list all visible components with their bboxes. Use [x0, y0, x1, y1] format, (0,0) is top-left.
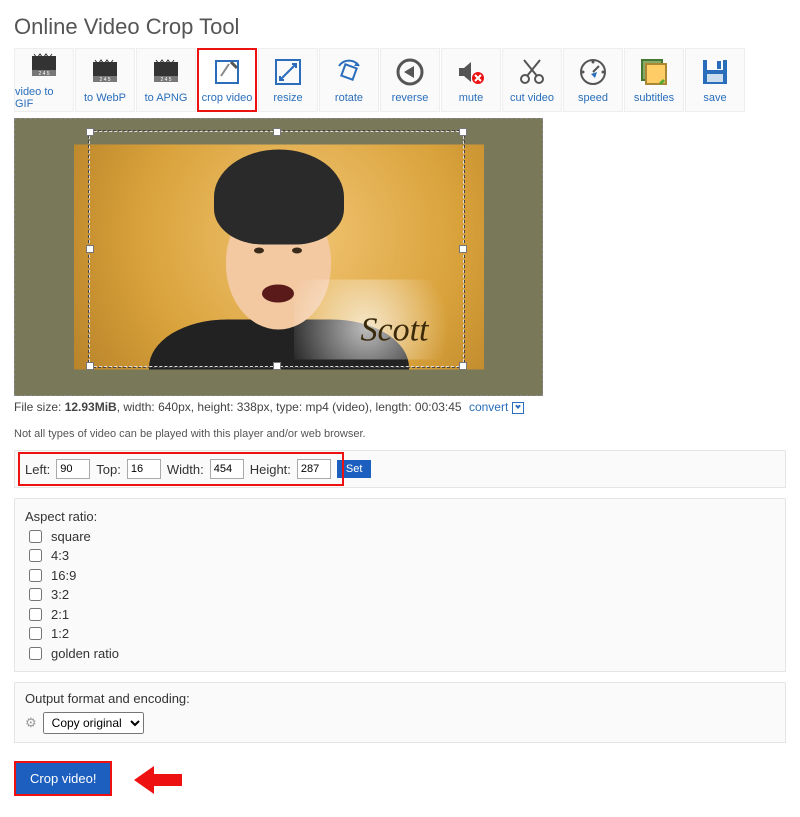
tool-speed[interactable]: speed — [563, 48, 623, 112]
ratio-label: 16:9 — [51, 566, 76, 586]
tool-to-apng[interactable]: 2 4 5 to APNG — [136, 48, 196, 112]
download-icon[interactable] — [512, 402, 524, 414]
tool-cut-video[interactable]: cut video — [502, 48, 562, 112]
ratio-label: 1:2 — [51, 624, 69, 644]
ratio-checkbox-0[interactable] — [29, 530, 42, 543]
tool-label: save — [703, 92, 726, 104]
to-webp-icon: 2 4 5 — [89, 56, 121, 88]
tool-label: resize — [273, 92, 302, 104]
ratio-checkbox-3[interactable] — [29, 588, 42, 601]
resize-icon — [272, 56, 304, 88]
ratio-checkbox-1[interactable] — [29, 549, 42, 562]
tool-crop-video[interactable]: crop video — [197, 48, 257, 112]
ratio-label: square — [51, 527, 91, 547]
crop-handle-tm[interactable] — [273, 128, 281, 136]
height-input[interactable] — [297, 459, 331, 479]
ratio-label: 3:2 — [51, 585, 69, 605]
gear-icon: ⚙ — [25, 715, 37, 731]
subtitles-icon — [638, 56, 670, 88]
crop-handle-br[interactable] — [459, 362, 467, 370]
compat-note: Not all types of video can be played wit… — [14, 428, 786, 440]
crop-video-icon — [211, 56, 243, 88]
file-info: File size: 12.93MiB, width: 640px, heigh… — [14, 400, 786, 414]
tool-to-webp[interactable]: 2 4 5 to WebP — [75, 48, 135, 112]
output-header: Output format and encoding: — [25, 691, 775, 706]
ratio-checkbox-2[interactable] — [29, 569, 42, 582]
tool-label: mute — [459, 92, 483, 104]
page-title: Online Video Crop Tool — [14, 14, 786, 40]
speed-icon — [577, 56, 609, 88]
crop-handle-bl[interactable] — [86, 362, 94, 370]
crop-handle-bm[interactable] — [273, 362, 281, 370]
tool-rotate[interactable]: rotate — [319, 48, 379, 112]
convert-link[interactable]: convert — [469, 400, 508, 414]
tool-reverse[interactable]: reverse — [380, 48, 440, 112]
output-format-select[interactable]: Copy original — [43, 712, 144, 734]
crop-handle-ml[interactable] — [86, 245, 94, 253]
cut-video-icon — [516, 56, 548, 88]
svg-text:2 4 5: 2 4 5 — [160, 77, 171, 83]
output-panel: Output format and encoding: ⚙ Copy origi… — [14, 682, 786, 743]
crop-selection[interactable] — [89, 131, 464, 367]
ratio-checkbox-5[interactable] — [29, 627, 42, 640]
ratio-checkbox-6[interactable] — [29, 647, 42, 660]
tool-resize[interactable]: resize — [258, 48, 318, 112]
crop-handle-tr[interactable] — [459, 128, 467, 136]
tool-subtitles[interactable]: subtitles — [624, 48, 684, 112]
aspect-ratio-header: Aspect ratio: — [25, 507, 775, 527]
tool-label: cut video — [510, 92, 554, 104]
tool-save[interactable]: save — [685, 48, 745, 112]
video-canvas[interactable]: Scott — [14, 118, 543, 396]
save-icon — [699, 56, 731, 88]
crop-handle-mr[interactable] — [459, 245, 467, 253]
height-label: Height: — [250, 462, 291, 477]
svg-text:2 4 5: 2 4 5 — [38, 71, 49, 77]
left-input[interactable] — [56, 459, 90, 479]
aspect-ratio-panel: Aspect ratio: square4:316:93:22:11:2gold… — [14, 498, 786, 672]
crop-handle-tl[interactable] — [86, 128, 94, 136]
tool-label: to WebP — [84, 92, 126, 104]
svg-text:2 4 5: 2 4 5 — [99, 77, 110, 83]
width-input[interactable] — [210, 459, 244, 479]
ratio-checkbox-4[interactable] — [29, 608, 42, 621]
toolbar: 2 4 5 video to GIF 2 4 5 to WebP 2 4 5 to APN… — [14, 48, 786, 112]
ratio-label: 4:3 — [51, 546, 69, 566]
ratio-label: 2:1 — [51, 605, 69, 625]
to-apng-icon: 2 4 5 — [150, 56, 182, 88]
file-size: 12.93MiB — [65, 400, 117, 414]
annotation-arrow-icon — [134, 764, 182, 799]
tool-mute[interactable]: mute — [441, 48, 501, 112]
tool-label: crop video — [202, 92, 253, 104]
set-button[interactable]: Set — [337, 460, 372, 478]
coords-panel: Left: Top: Width: Height: Set — [14, 450, 786, 488]
tool-video-to-gif[interactable]: 2 4 5 video to GIF — [14, 48, 74, 112]
left-label: Left: — [25, 462, 50, 477]
top-label: Top: — [96, 462, 121, 477]
tool-label: video to GIF — [15, 86, 73, 110]
ratio-label: golden ratio — [51, 644, 119, 664]
crop-video-button[interactable]: Crop video! — [14, 761, 112, 796]
video-to-gif-icon: 2 4 5 — [28, 50, 60, 82]
tool-label: subtitles — [634, 92, 674, 104]
reverse-icon — [394, 56, 426, 88]
tool-label: rotate — [335, 92, 363, 104]
rotate-icon — [333, 56, 365, 88]
top-input[interactable] — [127, 459, 161, 479]
width-label: Width: — [167, 462, 204, 477]
tool-label: to APNG — [145, 92, 188, 104]
tool-label: speed — [578, 92, 608, 104]
tool-label: reverse — [392, 92, 429, 104]
mute-icon — [455, 56, 487, 88]
